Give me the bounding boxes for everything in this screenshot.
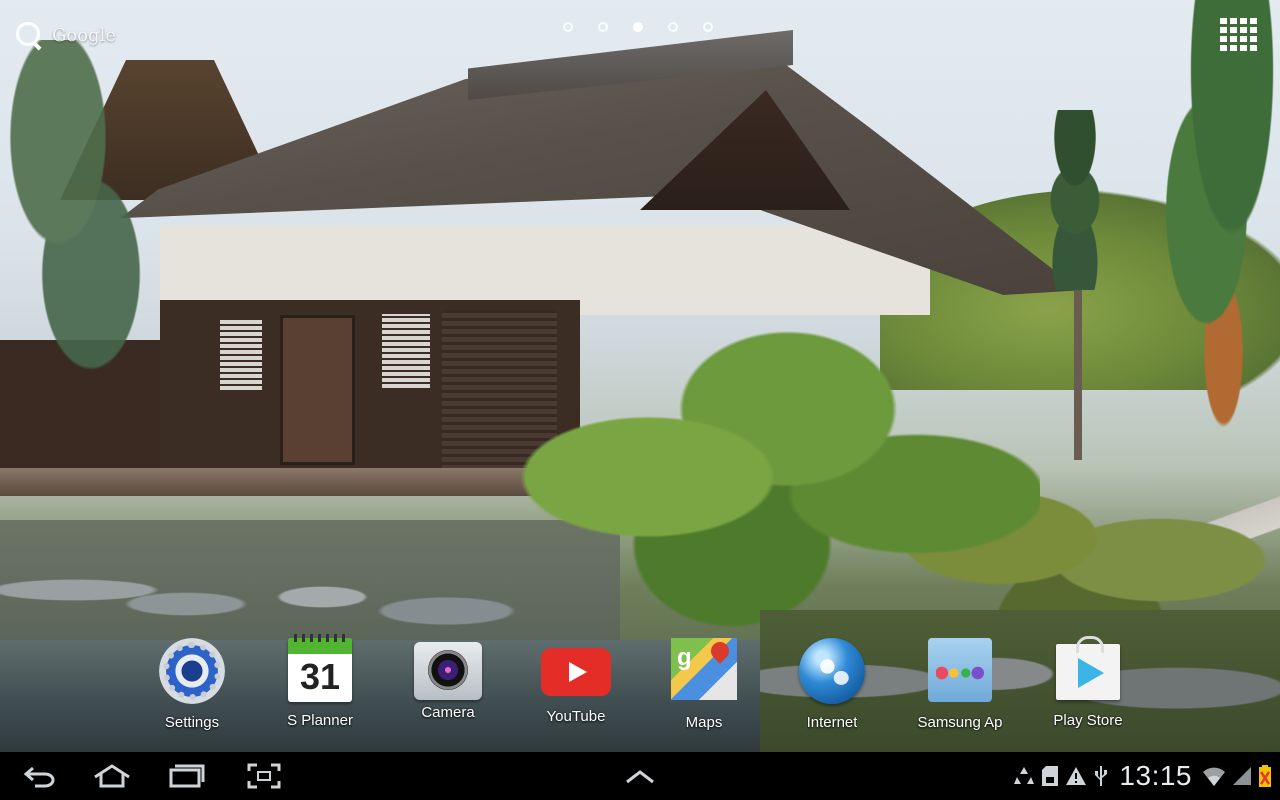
app-label[interactable]: Settings <box>165 714 219 731</box>
wallpaper-pine-tall <box>1010 110 1140 290</box>
globe-icon[interactable] <box>799 638 865 704</box>
calendar-icon[interactable]: 31 <box>288 634 352 702</box>
page-dot-2 <box>598 22 608 32</box>
home-shortcuts: Settings 31 S Planner Camera YouTube Map… <box>0 634 1280 736</box>
wallpaper-door <box>280 315 355 465</box>
wallpaper-pine-left <box>0 40 190 430</box>
wifi-icon <box>1203 767 1225 786</box>
gear-icon[interactable] <box>159 638 225 704</box>
calendar-date: 31 <box>299 656 341 697</box>
app-youtube[interactable]: YouTube <box>512 636 640 725</box>
app-label[interactable]: S Planner <box>287 712 353 729</box>
recycle-icon <box>1014 767 1035 784</box>
wallpaper-veranda <box>0 468 540 496</box>
sd-card-icon <box>1042 766 1059 786</box>
apps-grid-icon[interactable] <box>1220 18 1260 52</box>
search-icon[interactable] <box>14 20 44 50</box>
page-dot-3-active <box>633 22 643 32</box>
app-s-planner[interactable]: 31 S Planner <box>256 634 384 729</box>
app-label[interactable]: Maps <box>686 714 723 731</box>
app-maps[interactable]: Maps <box>640 636 768 731</box>
wallpaper-lattice-window <box>220 320 262 390</box>
map-icon[interactable] <box>671 638 737 700</box>
back-button[interactable] <box>16 752 64 800</box>
wallpaper-lattice-window <box>382 314 430 388</box>
recent-apps-button[interactable] <box>164 752 212 800</box>
wallpaper-tree-right <box>1130 0 1280 470</box>
warning-icon <box>1066 767 1087 785</box>
google-search-label[interactable]: Google <box>52 25 116 46</box>
google-search-widget[interactable]: Google <box>14 20 116 50</box>
app-label[interactable]: Samsung Ap <box>917 714 1002 731</box>
app-label[interactable]: Camera <box>421 704 474 721</box>
app-label[interactable]: Internet <box>807 714 858 731</box>
youtube-icon[interactable] <box>541 648 611 696</box>
system-bar: 13:15 <box>0 752 1280 800</box>
screenshot-button[interactable] <box>240 752 288 800</box>
samsung-apps-icon[interactable] <box>928 638 992 702</box>
app-samsung-apps[interactable]: Samsung Ap <box>896 636 1024 731</box>
recent-apps-icon[interactable] <box>169 764 207 788</box>
play-store-icon[interactable] <box>1056 636 1120 700</box>
wallpaper-pine-tree <box>480 290 1040 630</box>
app-play-store[interactable]: Play Store <box>1024 636 1152 729</box>
status-area[interactable]: 13:15 <box>1013 752 1272 800</box>
camera-icon[interactable] <box>414 642 482 700</box>
page-dot-4 <box>668 22 678 32</box>
app-camera[interactable]: Camera <box>384 636 512 721</box>
home-button[interactable] <box>88 752 136 800</box>
usb-icon <box>1095 766 1108 786</box>
page-dot-5 <box>703 22 713 32</box>
up-arrow-button[interactable] <box>616 752 664 800</box>
signal-icon <box>1233 767 1251 785</box>
app-internet[interactable]: Internet <box>768 636 896 731</box>
app-label[interactable]: Play Store <box>1053 712 1122 729</box>
battery-icon <box>1259 765 1271 787</box>
page-indicator <box>563 22 713 32</box>
back-icon[interactable] <box>23 764 57 788</box>
home-icon[interactable] <box>92 764 132 788</box>
clock[interactable]: 13:15 <box>1119 760 1192 792</box>
app-settings[interactable]: Settings <box>128 636 256 731</box>
page-dot-1 <box>563 22 573 32</box>
app-label[interactable]: YouTube <box>547 708 606 725</box>
up-arrow-icon[interactable] <box>623 766 657 786</box>
screenshot-icon[interactable] <box>247 763 281 789</box>
